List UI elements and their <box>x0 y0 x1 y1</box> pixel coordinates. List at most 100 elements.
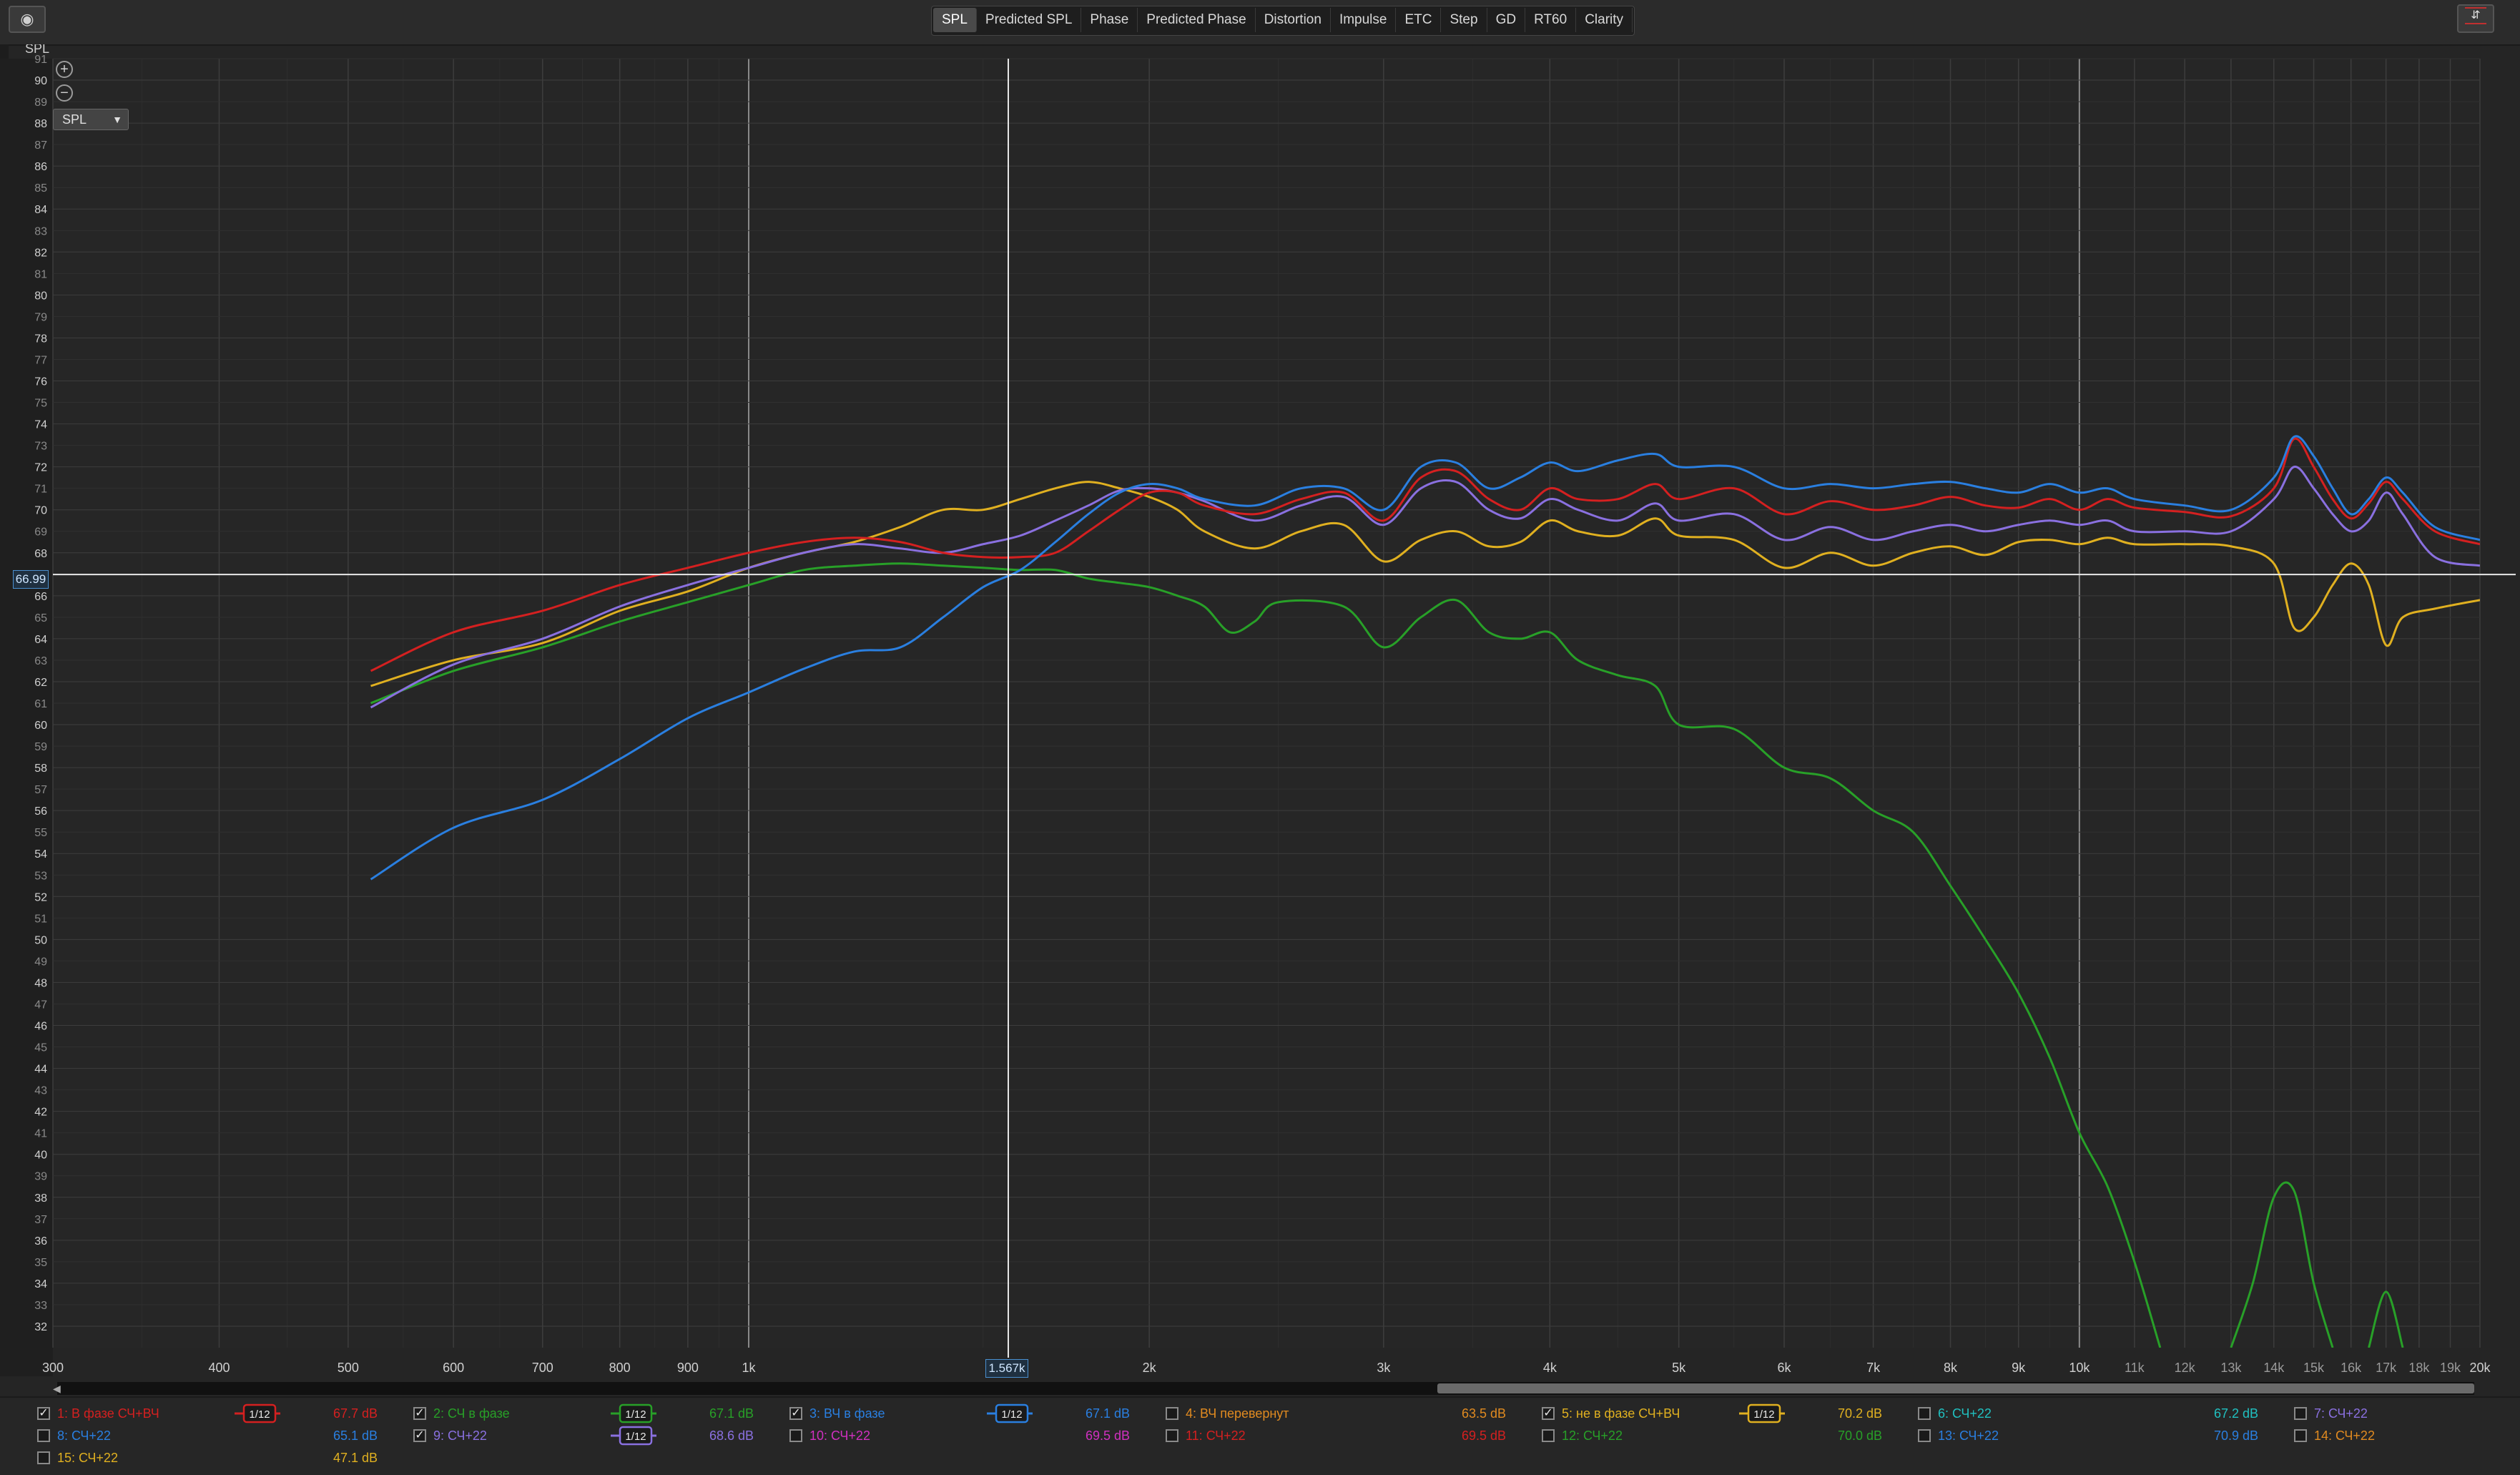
legend-value: 69.5 dB <box>1462 1429 1507 1443</box>
tab-rt60[interactable]: RT60 <box>1525 8 1577 32</box>
y-tick-label: 77 <box>34 354 47 366</box>
legend-checkbox[interactable]: ✓ <box>37 1407 50 1420</box>
legend-label: 7: СЧ+22 <box>2314 1406 2368 1421</box>
x-tick-label: 16k <box>2341 1361 2362 1375</box>
tab-predicted-phase[interactable]: Predicted Phase <box>1138 8 1256 32</box>
legend-item[interactable]: ✓ 3: ВЧ в фазе <box>789 1403 968 1423</box>
x-tick-label: 6k <box>1777 1361 1791 1375</box>
smoothing-label: 1/12 <box>1753 1408 1774 1421</box>
legend-item[interactable]: 13: СЧ+22 <box>1918 1426 2097 1446</box>
legend-checkbox[interactable] <box>789 1429 802 1442</box>
legend-item[interactable]: 10: СЧ+22 <box>789 1426 968 1446</box>
expand-collapse-button[interactable]: ⇵ <box>2457 4 2494 33</box>
measurement-selector-label: SPL <box>62 112 87 127</box>
legend-item[interactable]: 12: СЧ+22 <box>1542 1426 1721 1446</box>
smoothing-label: 1/12 <box>625 1408 646 1421</box>
y-tick-label: 45 <box>34 1042 47 1054</box>
y-tick-label: 83 <box>34 225 47 237</box>
smoothing-icon[interactable]: 1/12 <box>235 1403 280 1423</box>
camera-icon[interactable]: ◉ <box>9 6 46 33</box>
x-tick-label: 10k <box>2069 1361 2090 1375</box>
zoom-out-icon[interactable]: − <box>56 84 73 102</box>
x-tick-label: 800 <box>609 1361 631 1375</box>
y-tick-label: 52 <box>34 891 47 903</box>
legend-checkbox[interactable]: ✓ <box>413 1429 426 1442</box>
zoom-in-icon[interactable]: + <box>56 61 73 78</box>
legend-checkbox[interactable] <box>37 1451 50 1464</box>
legend-item[interactable]: 4: ВЧ перевернут <box>1166 1403 1344 1423</box>
y-tick-label: 35 <box>34 1257 47 1269</box>
smoothing-icon[interactable]: 1/12 <box>611 1403 656 1423</box>
spl-chart[interactable]: 300 400 500 600 700 800 900 1k 2k 3k 4k 5k 6k 7k 8k 9k 1… <box>0 44 2520 1396</box>
legend-item[interactable]: 8: СЧ+22 <box>37 1426 216 1446</box>
legend-checkbox[interactable] <box>37 1429 50 1442</box>
tab-spl[interactable]: SPL <box>933 8 977 32</box>
top-toolbar: ◉ SPL Predicted SPL Phase Predicted Phase Di… <box>0 0 2520 46</box>
legend-label: 6: СЧ+22 <box>1938 1406 1992 1421</box>
legend-item[interactable]: 6: СЧ+22 <box>1918 1403 2097 1423</box>
legend-checkbox[interactable]: ✓ <box>413 1407 426 1420</box>
legend-checkbox[interactable] <box>2294 1407 2307 1420</box>
legend-value: 68.6 dB <box>709 1429 754 1443</box>
x-tick-label: 19k <box>2440 1361 2461 1375</box>
legend-checkbox[interactable] <box>1166 1407 1178 1420</box>
x-tick-label: 20k <box>2469 1361 2491 1375</box>
legend-item[interactable]: 7: СЧ+22 <box>2294 1403 2473 1423</box>
tab-gd[interactable]: GD <box>1487 8 1526 32</box>
y-tick-label: 90 <box>34 75 47 87</box>
legend-checkbox[interactable]: ✓ <box>789 1407 802 1420</box>
legend-label: 8: СЧ+22 <box>57 1429 111 1443</box>
y-tick-label: 42 <box>34 1107 47 1119</box>
legend-value: 67.2 dB <box>2214 1406 2259 1421</box>
legend-label: 12: СЧ+22 <box>1562 1429 1623 1443</box>
legend-value: 67.1 dB <box>1086 1406 1131 1421</box>
y-tick-label: 79 <box>34 311 47 323</box>
y-tick-label: 75 <box>34 398 47 410</box>
chevron-down-icon: ▼ <box>112 114 122 125</box>
legend-item[interactable]: 15: СЧ+22 <box>37 1448 216 1468</box>
measurement-selector[interactable]: SPL ▼ <box>53 109 129 130</box>
legend-checkbox[interactable]: ✓ <box>1542 1407 1555 1420</box>
legend-item[interactable]: 11: СЧ+22 <box>1166 1426 1344 1446</box>
tab-impulse[interactable]: Impulse <box>1331 8 1397 32</box>
legend-checkbox[interactable] <box>1918 1429 1931 1442</box>
y-tick-label: 55 <box>34 827 47 839</box>
x-tick-label: 8k <box>1944 1361 1958 1375</box>
legend-checkbox[interactable] <box>2294 1429 2307 1442</box>
horizontal-scroll-thumb[interactable] <box>1437 1383 2474 1393</box>
y-tick-label: 78 <box>34 333 47 345</box>
legend-label: 3: ВЧ в фазе <box>809 1406 885 1421</box>
y-tick-label: 37 <box>34 1214 47 1226</box>
tab-step[interactable]: Step <box>1441 8 1487 32</box>
y-tick-label: 69 <box>34 526 47 539</box>
x-tick-label: 4k <box>1543 1361 1557 1375</box>
smoothing-icon[interactable]: 1/12 <box>1739 1403 1785 1423</box>
legend-checkbox[interactable] <box>1542 1429 1555 1442</box>
horizontal-scrollbar[interactable]: ◀ <box>53 1382 2474 1395</box>
smoothing-icon[interactable]: 1/12 <box>611 1426 656 1446</box>
x-tick-label: 700 <box>532 1361 553 1375</box>
y-tick-label: 47 <box>34 999 47 1011</box>
smoothing-icon[interactable]: 1/12 <box>987 1403 1033 1423</box>
legend-item[interactable]: ✓ 2: СЧ в фазе <box>413 1403 592 1423</box>
legend-value: 70.9 dB <box>2214 1429 2259 1443</box>
legend-label: 1: В фазе СЧ+ВЧ <box>57 1406 159 1421</box>
legend-item[interactable]: ✓ 5: не в фазе СЧ+ВЧ <box>1542 1403 1721 1423</box>
legend-item[interactable]: ✓ 1: В фазе СЧ+ВЧ <box>37 1403 216 1423</box>
legend-checkbox[interactable] <box>1918 1407 1931 1420</box>
tab-distortion[interactable]: Distortion <box>1256 8 1331 32</box>
y-tick-label: 70 <box>34 505 47 517</box>
y-tick-label: 61 <box>34 698 47 710</box>
y-tick-label: 44 <box>34 1064 47 1076</box>
y-tick-label: 43 <box>34 1085 47 1097</box>
legend-item[interactable]: ✓ 9: СЧ+22 <box>413 1426 592 1446</box>
tab-etc[interactable]: ETC <box>1396 8 1442 32</box>
legend-label: 15: СЧ+22 <box>57 1451 118 1465</box>
scroll-left-icon[interactable]: ◀ <box>53 1382 61 1395</box>
legend-item[interactable]: 14: СЧ+22 <box>2294 1426 2473 1446</box>
legend-checkbox[interactable] <box>1166 1429 1178 1442</box>
tab-predicted-spl[interactable]: Predicted SPL <box>977 8 1082 32</box>
tab-clarity[interactable]: Clarity <box>1576 8 1633 32</box>
cursor-y-readout: 66.99 <box>13 570 49 589</box>
tab-phase[interactable]: Phase <box>1081 8 1138 32</box>
